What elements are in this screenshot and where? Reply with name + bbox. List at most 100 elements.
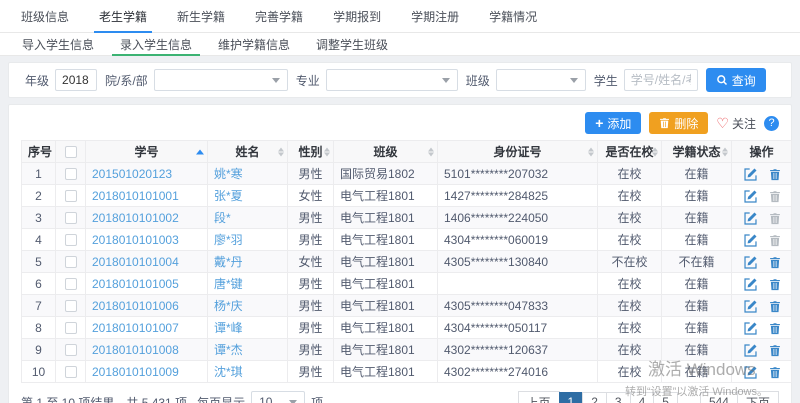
row-checkbox[interactable] bbox=[65, 322, 77, 334]
student-label: 学生 bbox=[594, 72, 618, 89]
column-header-select bbox=[56, 141, 86, 163]
subtab-input-student[interactable]: 录入学生信息 bbox=[112, 33, 200, 55]
tab-class-info[interactable]: 班级信息 bbox=[6, 0, 84, 32]
heart-icon: ♡ bbox=[716, 116, 729, 130]
tab-record-status[interactable]: 学籍情况 bbox=[474, 0, 552, 32]
sort-up-icon bbox=[588, 147, 594, 151]
trash-icon[interactable] bbox=[769, 322, 781, 335]
row-checkbox[interactable] bbox=[65, 300, 77, 312]
student-name-link[interactable]: 姚*寒 bbox=[214, 167, 243, 181]
trash-icon[interactable] bbox=[769, 300, 781, 313]
student-name-link[interactable]: 唐*键 bbox=[214, 277, 243, 291]
trash-icon[interactable] bbox=[769, 278, 781, 291]
column-header-id-number[interactable]: 身份证号 bbox=[438, 141, 598, 163]
trash-icon[interactable] bbox=[769, 168, 781, 181]
per-page-select[interactable]: 10 bbox=[251, 391, 305, 403]
edit-icon[interactable] bbox=[744, 212, 757, 225]
edit-icon[interactable] bbox=[744, 256, 757, 269]
column-header-class[interactable]: 班级 bbox=[334, 141, 438, 163]
row-index: 10 bbox=[22, 361, 56, 383]
pagination-page-5[interactable]: 5 bbox=[653, 392, 678, 403]
student-no-link[interactable]: 2018010101004 bbox=[92, 255, 179, 269]
pagination-page-2[interactable]: 2 bbox=[582, 392, 607, 403]
trash-icon[interactable] bbox=[769, 256, 781, 269]
student-no-link[interactable]: 2018010101008 bbox=[92, 343, 179, 357]
column-header-in-school[interactable]: 是否在校 bbox=[598, 141, 662, 163]
tab-term-register[interactable]: 学期注册 bbox=[396, 0, 474, 32]
student-no-link[interactable]: 2018010101007 bbox=[92, 321, 179, 335]
edit-icon[interactable] bbox=[744, 234, 757, 247]
student-name-link[interactable]: 沈*琪 bbox=[214, 365, 243, 379]
row-checkbox[interactable] bbox=[65, 366, 77, 378]
column-header-index: 序号 bbox=[22, 141, 56, 163]
select-all-checkbox[interactable] bbox=[65, 146, 77, 158]
edit-icon[interactable] bbox=[744, 366, 757, 379]
class-select[interactable] bbox=[496, 69, 586, 91]
per-page-label-after: 项 bbox=[311, 394, 323, 403]
pagination-page-4[interactable]: 4 bbox=[630, 392, 655, 403]
column-header-student-no[interactable]: 学号 bbox=[86, 141, 208, 163]
pagination-page-544[interactable]: 544 bbox=[700, 392, 738, 403]
tab-complete-record[interactable]: 完善学籍 bbox=[240, 0, 318, 32]
student-name-link[interactable]: 戴*丹 bbox=[214, 255, 243, 269]
student-no-link[interactable]: 2018010101001 bbox=[92, 189, 179, 203]
subtab-maintain-record[interactable]: 维护学籍信息 bbox=[210, 33, 298, 55]
status-cell: 在籍 bbox=[662, 361, 732, 383]
add-button[interactable]: + 添加 bbox=[585, 112, 641, 134]
edit-icon[interactable] bbox=[744, 322, 757, 335]
pagination-next-page[interactable]: 下页 bbox=[737, 391, 779, 403]
search-icon bbox=[716, 74, 728, 86]
row-checkbox[interactable] bbox=[65, 256, 77, 268]
delete-button[interactable]: 删除 bbox=[649, 112, 708, 134]
subtab-import-student[interactable]: 导入学生信息 bbox=[14, 33, 102, 55]
student-no-link[interactable]: 201501020123 bbox=[92, 167, 172, 181]
student-no-link[interactable]: 2018010101005 bbox=[92, 277, 179, 291]
pagination-page-1[interactable]: 1 bbox=[559, 392, 584, 403]
trash-icon[interactable] bbox=[769, 366, 781, 379]
search-button[interactable]: 查询 bbox=[706, 68, 766, 92]
student-name-link[interactable]: 廖*羽 bbox=[214, 233, 243, 247]
subtab-adjust-class[interactable]: 调整学生班级 bbox=[308, 33, 396, 55]
row-checkbox[interactable] bbox=[65, 168, 77, 180]
edit-icon[interactable] bbox=[744, 278, 757, 291]
student-no-cell: 2018010101007 bbox=[86, 317, 208, 339]
edit-icon[interactable] bbox=[744, 190, 757, 203]
follow-button[interactable]: ♡ 关注 bbox=[716, 115, 756, 132]
tab-old-student[interactable]: 老生学籍 bbox=[84, 0, 162, 32]
sort-down-icon bbox=[588, 152, 594, 156]
student-no-link[interactable]: 2018010101002 bbox=[92, 211, 179, 225]
student-name-link[interactable]: 谭*峰 bbox=[214, 321, 243, 335]
column-header-status[interactable]: 学籍状态 bbox=[662, 141, 732, 163]
student-name-link[interactable]: 谭*杰 bbox=[214, 343, 243, 357]
pagination-prev-page[interactable]: 上页 bbox=[518, 391, 560, 403]
row-checkbox[interactable] bbox=[65, 278, 77, 290]
edit-icon[interactable] bbox=[744, 344, 757, 357]
student-name-link[interactable]: 段* bbox=[214, 211, 231, 225]
tab-new-student[interactable]: 新生学籍 bbox=[162, 0, 240, 32]
student-no-link[interactable]: 2018010101009 bbox=[92, 365, 179, 379]
grade-input[interactable] bbox=[55, 69, 97, 91]
department-select[interactable] bbox=[154, 69, 288, 91]
student-name-link[interactable]: 杨*庆 bbox=[214, 299, 243, 313]
help-icon[interactable]: ? bbox=[764, 116, 779, 131]
major-select[interactable] bbox=[326, 69, 458, 91]
gender-cell: 男性 bbox=[288, 207, 334, 229]
student-no-link[interactable]: 2018010101003 bbox=[92, 233, 179, 247]
student-no-link[interactable]: 2018010101006 bbox=[92, 299, 179, 313]
edit-icon[interactable] bbox=[744, 300, 757, 313]
actions-cell bbox=[732, 163, 792, 185]
actions-cell bbox=[732, 229, 792, 251]
edit-icon[interactable] bbox=[744, 168, 757, 181]
column-header-name[interactable]: 姓名 bbox=[208, 141, 288, 163]
tab-term-report[interactable]: 学期报到 bbox=[318, 0, 396, 32]
table-row: 72018010101006杨*庆男性电气工程18014305********0… bbox=[22, 295, 792, 317]
row-checkbox[interactable] bbox=[65, 190, 77, 202]
row-checkbox[interactable] bbox=[65, 234, 77, 246]
trash-icon[interactable] bbox=[769, 344, 781, 357]
student-name-link[interactable]: 张*夏 bbox=[214, 189, 243, 203]
row-checkbox[interactable] bbox=[65, 212, 77, 224]
column-header-gender[interactable]: 性别 bbox=[288, 141, 334, 163]
pagination-page-3[interactable]: 3 bbox=[606, 392, 631, 403]
student-search-input[interactable] bbox=[624, 69, 698, 91]
row-checkbox[interactable] bbox=[65, 344, 77, 356]
